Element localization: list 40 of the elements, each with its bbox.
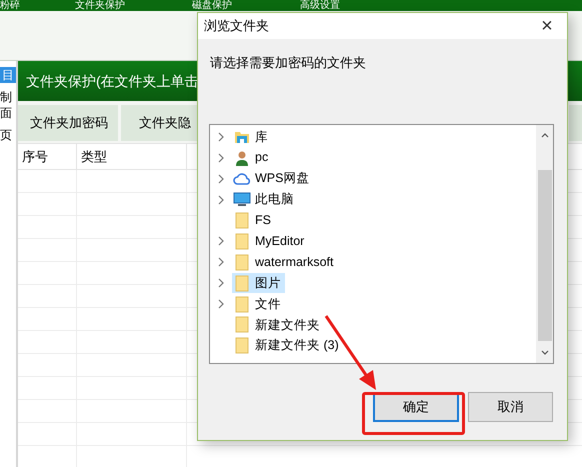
sidebar-item[interactable]: 页 xyxy=(0,127,12,143)
cancel-button[interactable]: 取消 xyxy=(468,392,553,422)
chevron-icon[interactable] xyxy=(218,278,224,288)
chevron-icon[interactable] xyxy=(218,299,224,310)
tree-item[interactable]: WPS网盘 xyxy=(232,168,314,189)
folder-icon xyxy=(235,254,249,271)
folder-icon xyxy=(235,274,249,292)
chevron-icon[interactable] xyxy=(218,194,224,205)
user-icon xyxy=(235,150,249,166)
tree-item[interactable]: 新建文件夹 (3) xyxy=(232,336,343,356)
folder-icon xyxy=(235,232,249,250)
tree-item[interactable]: 文件 xyxy=(232,294,285,314)
scroll-down-icon[interactable] xyxy=(540,350,548,354)
tree-item[interactable]: MyEditor xyxy=(232,231,308,252)
tree-item[interactable]: 图片 xyxy=(232,273,285,294)
folder-icon xyxy=(235,337,249,354)
tree-item[interactable]: 此电脑 xyxy=(232,190,298,210)
library-icon xyxy=(234,130,250,144)
folder-icon xyxy=(235,296,249,313)
computer-icon xyxy=(233,192,251,208)
sidebar-item[interactable]: 制面 xyxy=(0,89,16,121)
toolbar-button[interactable]: 文件夹加密码 xyxy=(18,105,118,141)
folder-icon xyxy=(235,212,249,229)
chevron-icon[interactable] xyxy=(218,152,224,163)
column-header: 类型 xyxy=(77,144,187,169)
window-title: 浏览文件夹 xyxy=(204,17,269,36)
tree-item[interactable]: pc xyxy=(232,148,272,168)
column-header: 序号 xyxy=(18,144,77,169)
tree-item[interactable]: 新建文件夹 xyxy=(232,314,324,335)
chevron-icon[interactable] xyxy=(218,174,224,184)
tree-item[interactable]: FS xyxy=(232,210,275,230)
chevron-icon[interactable] xyxy=(218,132,224,142)
folder-icon xyxy=(235,316,249,334)
tree-item[interactable]: watermarksoft xyxy=(232,252,338,272)
chevron-icon[interactable] xyxy=(218,257,224,268)
scrollbar[interactable] xyxy=(536,124,553,362)
chevron-icon[interactable] xyxy=(218,236,224,246)
close-button[interactable]: × xyxy=(527,13,567,39)
cloud-icon xyxy=(233,172,251,186)
scroll-up-icon[interactable] xyxy=(540,132,548,138)
